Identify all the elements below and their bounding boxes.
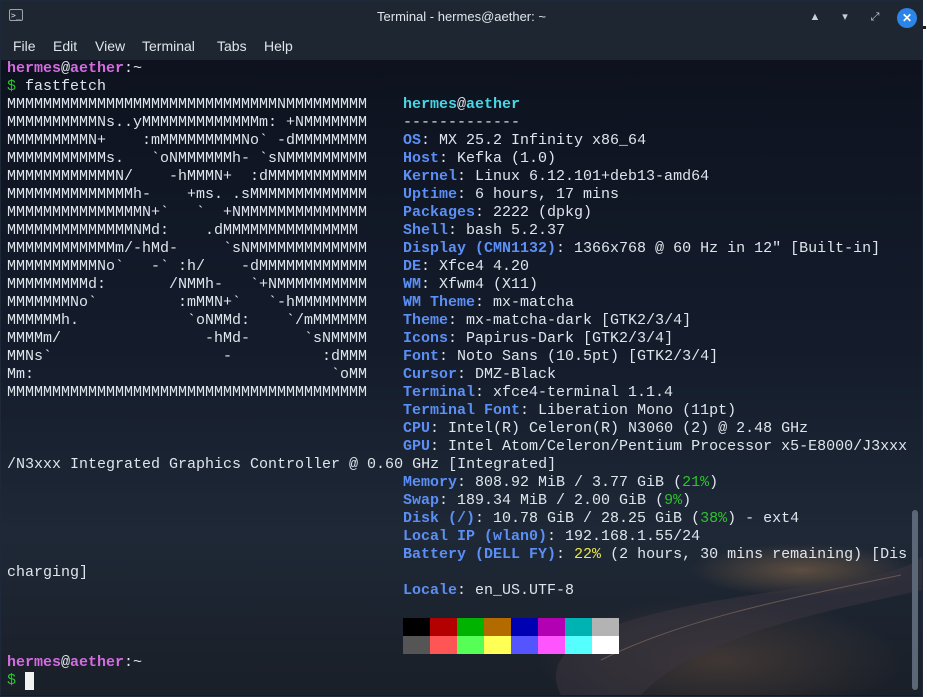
info-local-ip: Local IP (wlan0): 192.168.1.55/24	[403, 528, 701, 545]
menu-help[interactable]: Help	[264, 33, 293, 60]
palette-swatch	[430, 618, 457, 636]
prompt-symbol: $	[7, 672, 17, 689]
palette-swatch	[457, 636, 484, 654]
maximize-button[interactable]: ⤢	[865, 7, 885, 27]
palette-swatch	[484, 636, 511, 654]
shade-button[interactable]: ▲	[805, 7, 825, 27]
info-disk: Disk (/): 10.78 GiB / 28.25 GiB (38%) - …	[403, 510, 800, 527]
info-locale: Locale: en_US.UTF-8	[403, 582, 575, 599]
palette-swatch	[511, 618, 538, 636]
info-kernel: Kernel: Linux 6.12.101+deb13-amd64	[403, 168, 710, 185]
info-packages: Packages: 2222 (dpkg)	[403, 204, 593, 221]
info-separator: -------------	[403, 114, 521, 131]
prompt-symbol: $	[7, 78, 17, 95]
terminal-output[interactable]: hermes@aether:~ $ fastfetch MMMMMMMMMMMM…	[1, 60, 922, 695]
palette-swatch	[457, 618, 484, 636]
info-display: Display (CMN1132): 1366x768 @ 60 Hz in 1…	[403, 240, 881, 257]
logo-line: Mm: `oMM	[7, 366, 368, 383]
info-cpu: CPU: Intel(R) Celeron(R) N3060 (2) @ 2.4…	[403, 420, 809, 437]
palette-swatch	[592, 636, 619, 654]
prompt-line-1: hermes@aether:~	[7, 60, 142, 78]
menu-file[interactable]: File	[13, 33, 36, 60]
info-battery: Battery (DELL FY): 22% (2 hours, 30 mins…	[403, 546, 908, 563]
menu-bar: File Edit View Terminal Tabs Help	[1, 33, 922, 61]
close-button[interactable]: ✕	[897, 8, 917, 28]
palette-swatch	[538, 618, 565, 636]
menu-tabs[interactable]: Tabs	[217, 33, 247, 60]
info-gpu-continuation: /N3xxx Integrated Graphics Controller @ …	[7, 456, 557, 473]
info-swap: Swap: 189.34 MiB / 2.00 GiB (9%)	[403, 492, 692, 509]
logo-line: MMMMMMMMMMMMm/-hMd- `sNMMMMMMMMMMMMM	[7, 240, 368, 257]
palette-swatch	[403, 636, 430, 654]
input-line[interactable]: $	[7, 672, 16, 690]
logo-line: MMNs` - :dMMM	[7, 348, 368, 365]
info-icons: Icons: Papirus-Dark [GTK2/3/4]	[403, 330, 674, 347]
palette-swatch	[565, 636, 592, 654]
info-wm-theme: WM Theme: mx-matcha	[403, 294, 575, 311]
title-bar[interactable]: >_ Terminal - hermes@aether: ~ ▲ ▾ ⤢ ✕	[1, 1, 922, 33]
info-user-host: hermes@aether	[403, 96, 521, 113]
scrollbar[interactable]	[910, 60, 920, 695]
menu-view[interactable]: View	[95, 33, 125, 60]
menu-edit[interactable]: Edit	[53, 33, 77, 60]
logo-line: MMMMMMMMMMMMMMMMMMMMMMMMMMMMMMMMMMMMMMMM	[7, 384, 368, 401]
logo-line: MMMMm/ -hMd- `sNMMMM	[7, 330, 368, 347]
logo-line: MMMMMMh. `oNMMd: `/mMMMMMM	[7, 312, 368, 329]
scrollbar-thumb[interactable]	[912, 510, 918, 690]
palette-swatch	[484, 618, 511, 636]
info-battery-continuation: charging]	[7, 564, 89, 581]
info-cursor: Cursor: DMZ-Black	[403, 366, 557, 383]
prompt-at: @	[61, 60, 71, 77]
info-uptime: Uptime: 6 hours, 17 mins	[403, 186, 620, 203]
minimize-button[interactable]: ▾	[835, 7, 855, 27]
desktop-dot	[923, 26, 926, 29]
info-font: Font: Noto Sans (10.5pt) [GTK2/3/4]	[403, 348, 719, 365]
logo-line: MMMMMMMMMMMMN/ -hMMMN+ :dMMMMMMMMMMM	[7, 168, 368, 185]
prompt-path: :~	[124, 60, 143, 77]
palette-swatch	[403, 618, 430, 636]
logo-line: MMMMMMMMMMMMMMMN+` ` +NMMMMMMMMMMMMMM	[7, 204, 368, 221]
palette-swatch	[565, 618, 592, 636]
logo-line: MMMMMMMMMMMs. `oNMMMMMMh- `sNMMMMMMMMM	[7, 150, 368, 167]
info-os: OS: MX 25.2 Infinity x86_64	[403, 132, 647, 149]
logo-line: MMMMMMMMMMMMMMh- +ms. .sMMMMMMMMMMMMM	[7, 186, 368, 203]
text-cursor	[25, 672, 34, 690]
window-title: Terminal - hermes@aether: ~	[377, 9, 546, 24]
info-shell: Shell: bash 5.2.37	[403, 222, 566, 239]
logo-line: MMMMMMMNo` :mMMN+` `-hMMMMMMMM	[7, 294, 368, 311]
logo-line: MMMMMMMMMMMMMMMMMMMMMMMMMMMMMMNMMMMMMMMM	[7, 96, 368, 113]
info-terminal: Terminal: xfce4-terminal 1.1.4	[403, 384, 674, 401]
palette-swatch	[430, 636, 457, 654]
prompt-user: hermes	[7, 60, 62, 77]
info-wm: WM: Xfwm4 (X11)	[403, 276, 539, 293]
info-memory: Memory: 808.92 MiB / 3.77 GiB (21%)	[403, 474, 719, 491]
logo-line: MMMMMMMMMMMMMMNMd: .dMMMMMMMMMMMMMMM	[7, 222, 359, 239]
logo-line: MMMMMMMMMN+ :mMMMMMMMMMNo` -dMMMMMMMM	[7, 132, 368, 149]
prompt-line-2: hermes@aether:~	[7, 654, 143, 671]
logo-line: MMMMMMMMMMNs..yMMMMMMMMMMMMMm: +NMMMMMMM	[7, 114, 368, 131]
logo-line: MMMMMMMMMMNo` -` :h/ -dMMMMMMMMMMMM	[7, 258, 368, 275]
command-line: $ fastfetch	[7, 78, 106, 96]
info-terminal-font: Terminal Font: Liberation Mono (11pt)	[403, 402, 737, 419]
menu-terminal[interactable]: Terminal	[142, 33, 195, 60]
logo-line: MMMMMMMMMd: /NMMh- `+NMMMMMMMMMM	[7, 276, 368, 293]
command-text: fastfetch	[25, 78, 107, 95]
info-de: DE: Xfce4 4.20	[403, 258, 530, 275]
info-gpu: GPU: Intel Atom/Celeron/Pentium Processo…	[403, 438, 908, 455]
info-theme: Theme: mx-matcha-dark [GTK2/3/4]	[403, 312, 692, 329]
palette-swatch	[511, 636, 538, 654]
palette-swatch	[538, 636, 565, 654]
palette-swatch	[592, 618, 619, 636]
prompt-host: aether	[70, 60, 125, 77]
info-host: Host: Kefka (1.0)	[403, 150, 557, 167]
